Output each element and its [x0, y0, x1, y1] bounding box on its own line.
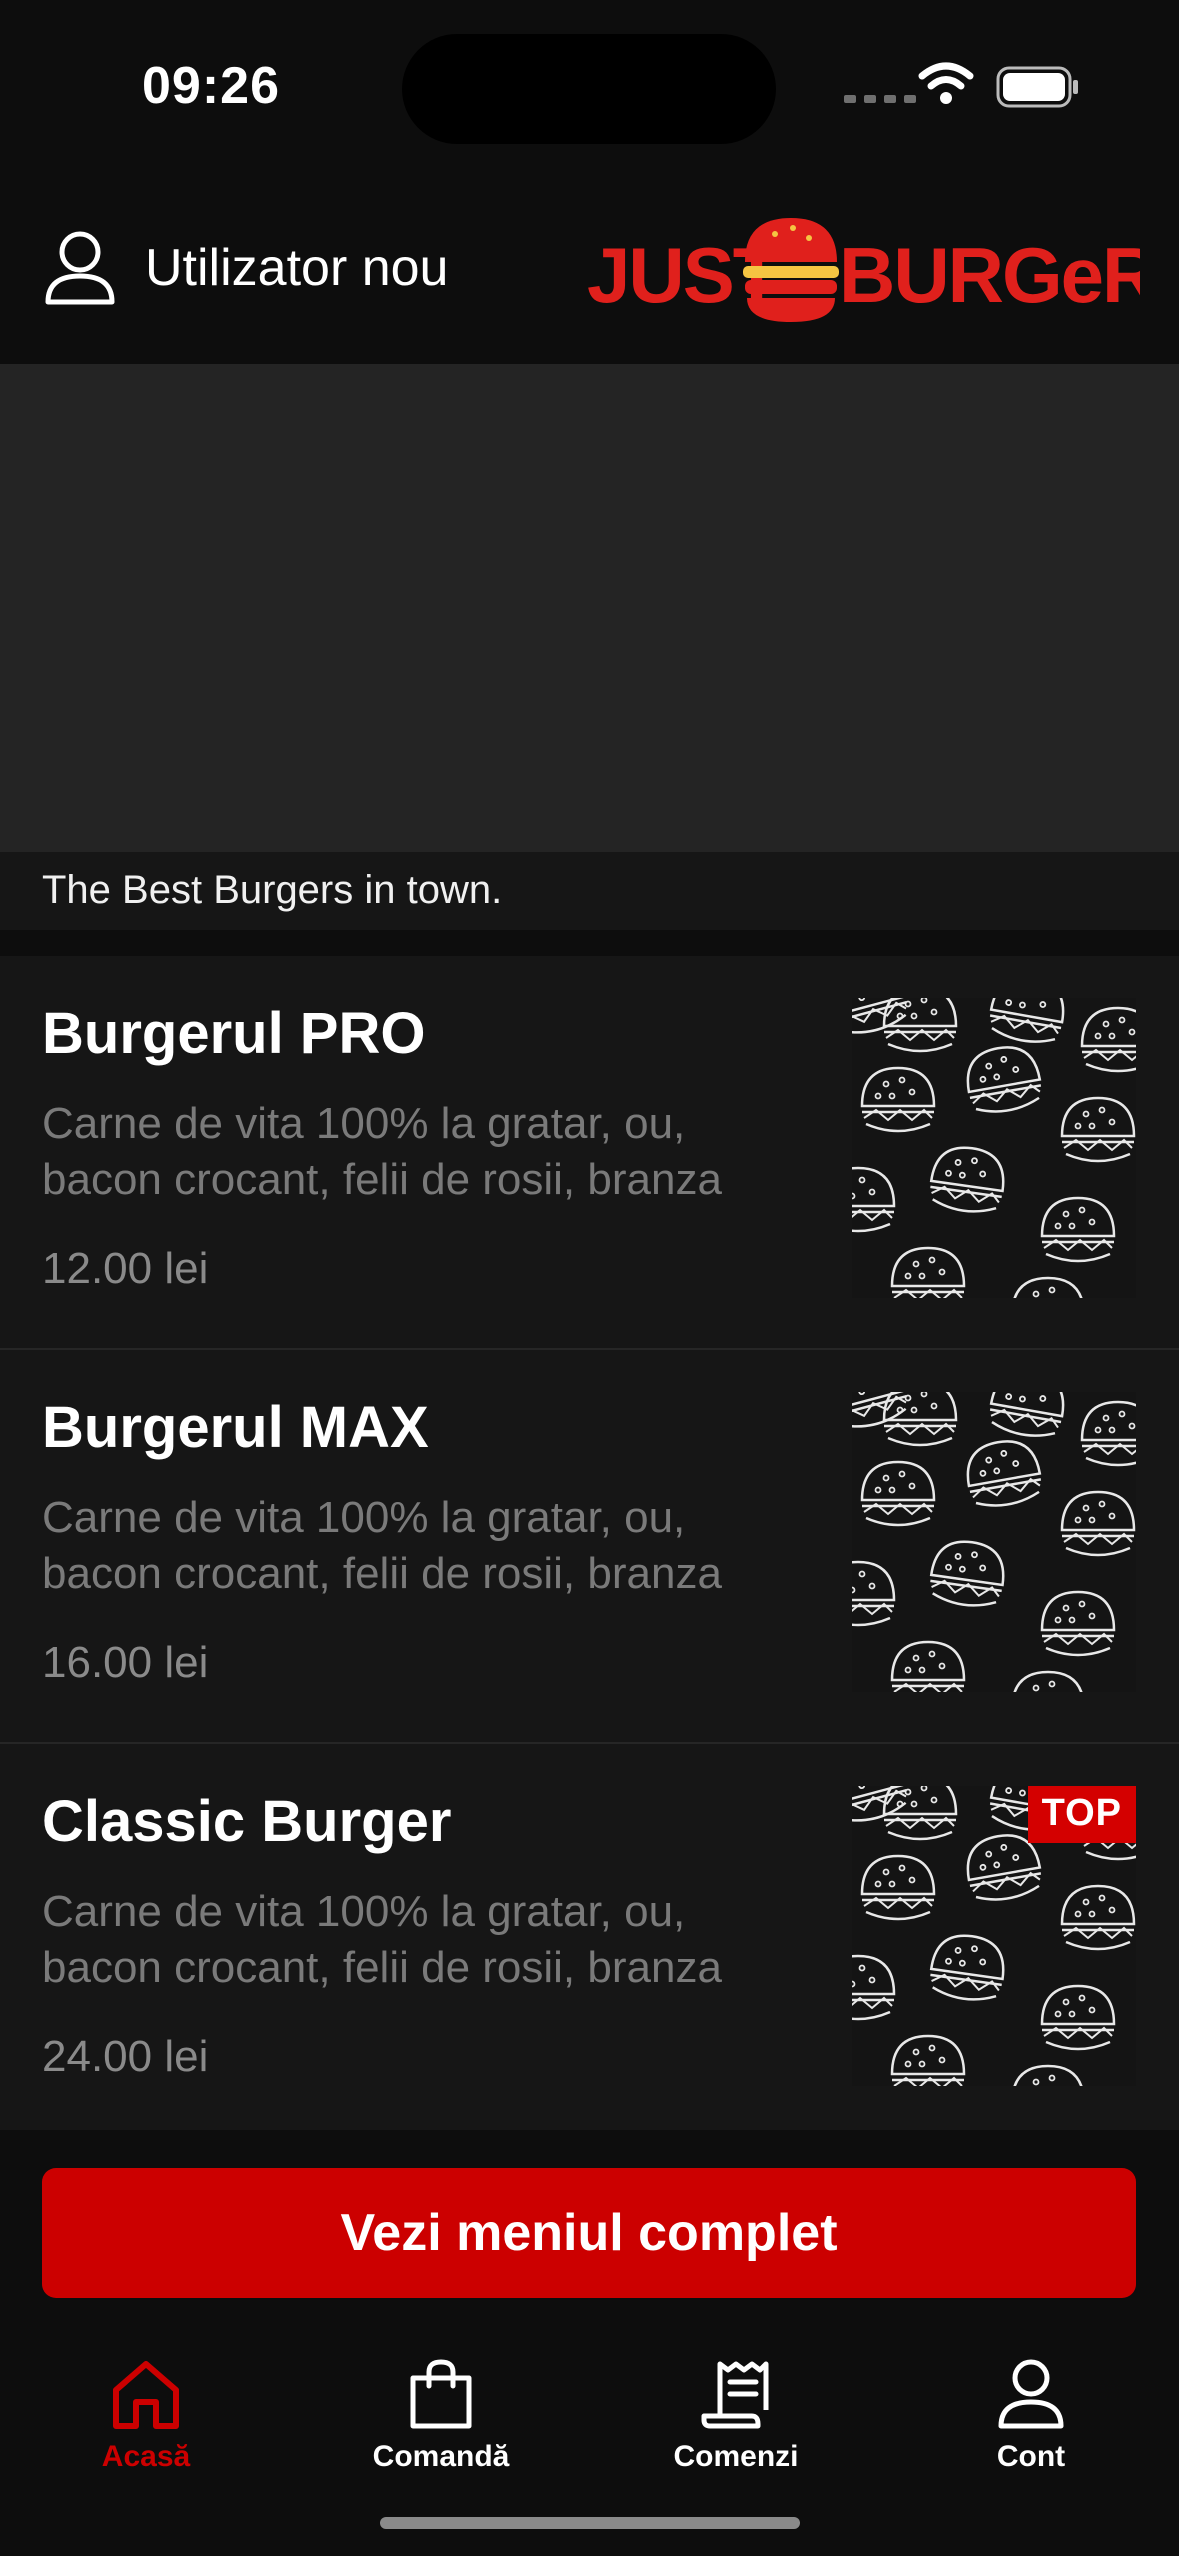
product-description: Carne de vita 100% la gratar, ou, bacon … — [42, 1887, 722, 1992]
status-bar: 09:26 — [0, 0, 1179, 180]
dynamic-island — [402, 34, 776, 144]
product-name: Burgerul MAX — [42, 1395, 429, 1460]
product-price: 12.00 lei — [42, 1244, 209, 1293]
view-full-menu-button[interactable]: Vezi meniul complet — [42, 2168, 1136, 2298]
user-icon[interactable] — [44, 230, 116, 306]
tab-label: Cont — [996, 2440, 1066, 2473]
product-image: TOP — [852, 1786, 1136, 2086]
tagline-text: The Best Burgers in town. — [42, 868, 503, 912]
tab-label: Comandă — [372, 2440, 510, 2473]
promo-banner[interactable] — [0, 364, 1179, 852]
product-name: Burgerul PRO — [42, 1001, 426, 1066]
product-price: 16.00 lei — [42, 1638, 209, 1687]
tab-label: Comenzi — [673, 2440, 799, 2473]
bag-icon — [410, 2359, 472, 2429]
receipt-icon — [701, 2361, 769, 2429]
tagline-bar: The Best Burgers in town. — [0, 852, 1179, 930]
tab-order[interactable]: Comandă — [321, 2340, 561, 2474]
product-card[interactable]: Burgerul PRO Carne de vita 100% la grata… — [0, 956, 1179, 1350]
tab-label: Acasă — [101, 2440, 191, 2473]
product-card[interactable]: Classic Burger Carne de vita 100% la gra… — [0, 1744, 1179, 2138]
product-list: Burgerul PRO Carne de vita 100% la grata… — [0, 956, 1179, 2138]
product-description: Carne de vita 100% la gratar, ou, bacon … — [42, 1099, 722, 1204]
just-burgers-logo: JUST BURGeRS — [587, 218, 1140, 322]
app-header: Utilizator nou JUST BURGeRS — [0, 180, 1179, 364]
status-time: 09:26 — [142, 57, 280, 115]
home-icon — [113, 2361, 179, 2429]
top-badge: TOP — [1027, 1786, 1136, 1843]
svg-text:BURGeRS: BURGeRS — [839, 231, 1140, 319]
user-icon — [998, 2359, 1064, 2429]
product-name: Classic Burger — [42, 1789, 452, 1854]
tab-orders[interactable]: Comenzi — [616, 2340, 856, 2474]
battery-icon — [996, 66, 1078, 108]
tab-home[interactable]: Acasă — [26, 2340, 266, 2474]
cellular-signal-icon — [844, 95, 916, 103]
product-price: 24.00 lei — [42, 2032, 209, 2081]
tab-account[interactable]: Cont — [911, 2340, 1151, 2474]
home-indicator[interactable] — [380, 2517, 800, 2529]
product-card[interactable]: Burgerul MAX Carne de vita 100% la grata… — [0, 1350, 1179, 1744]
user-name-label[interactable]: Utilizator nou — [145, 238, 448, 298]
product-image — [852, 998, 1136, 1298]
product-image — [852, 1392, 1136, 1692]
product-description: Carne de vita 100% la gratar, ou, bacon … — [42, 1493, 722, 1598]
wifi-icon — [918, 62, 974, 104]
